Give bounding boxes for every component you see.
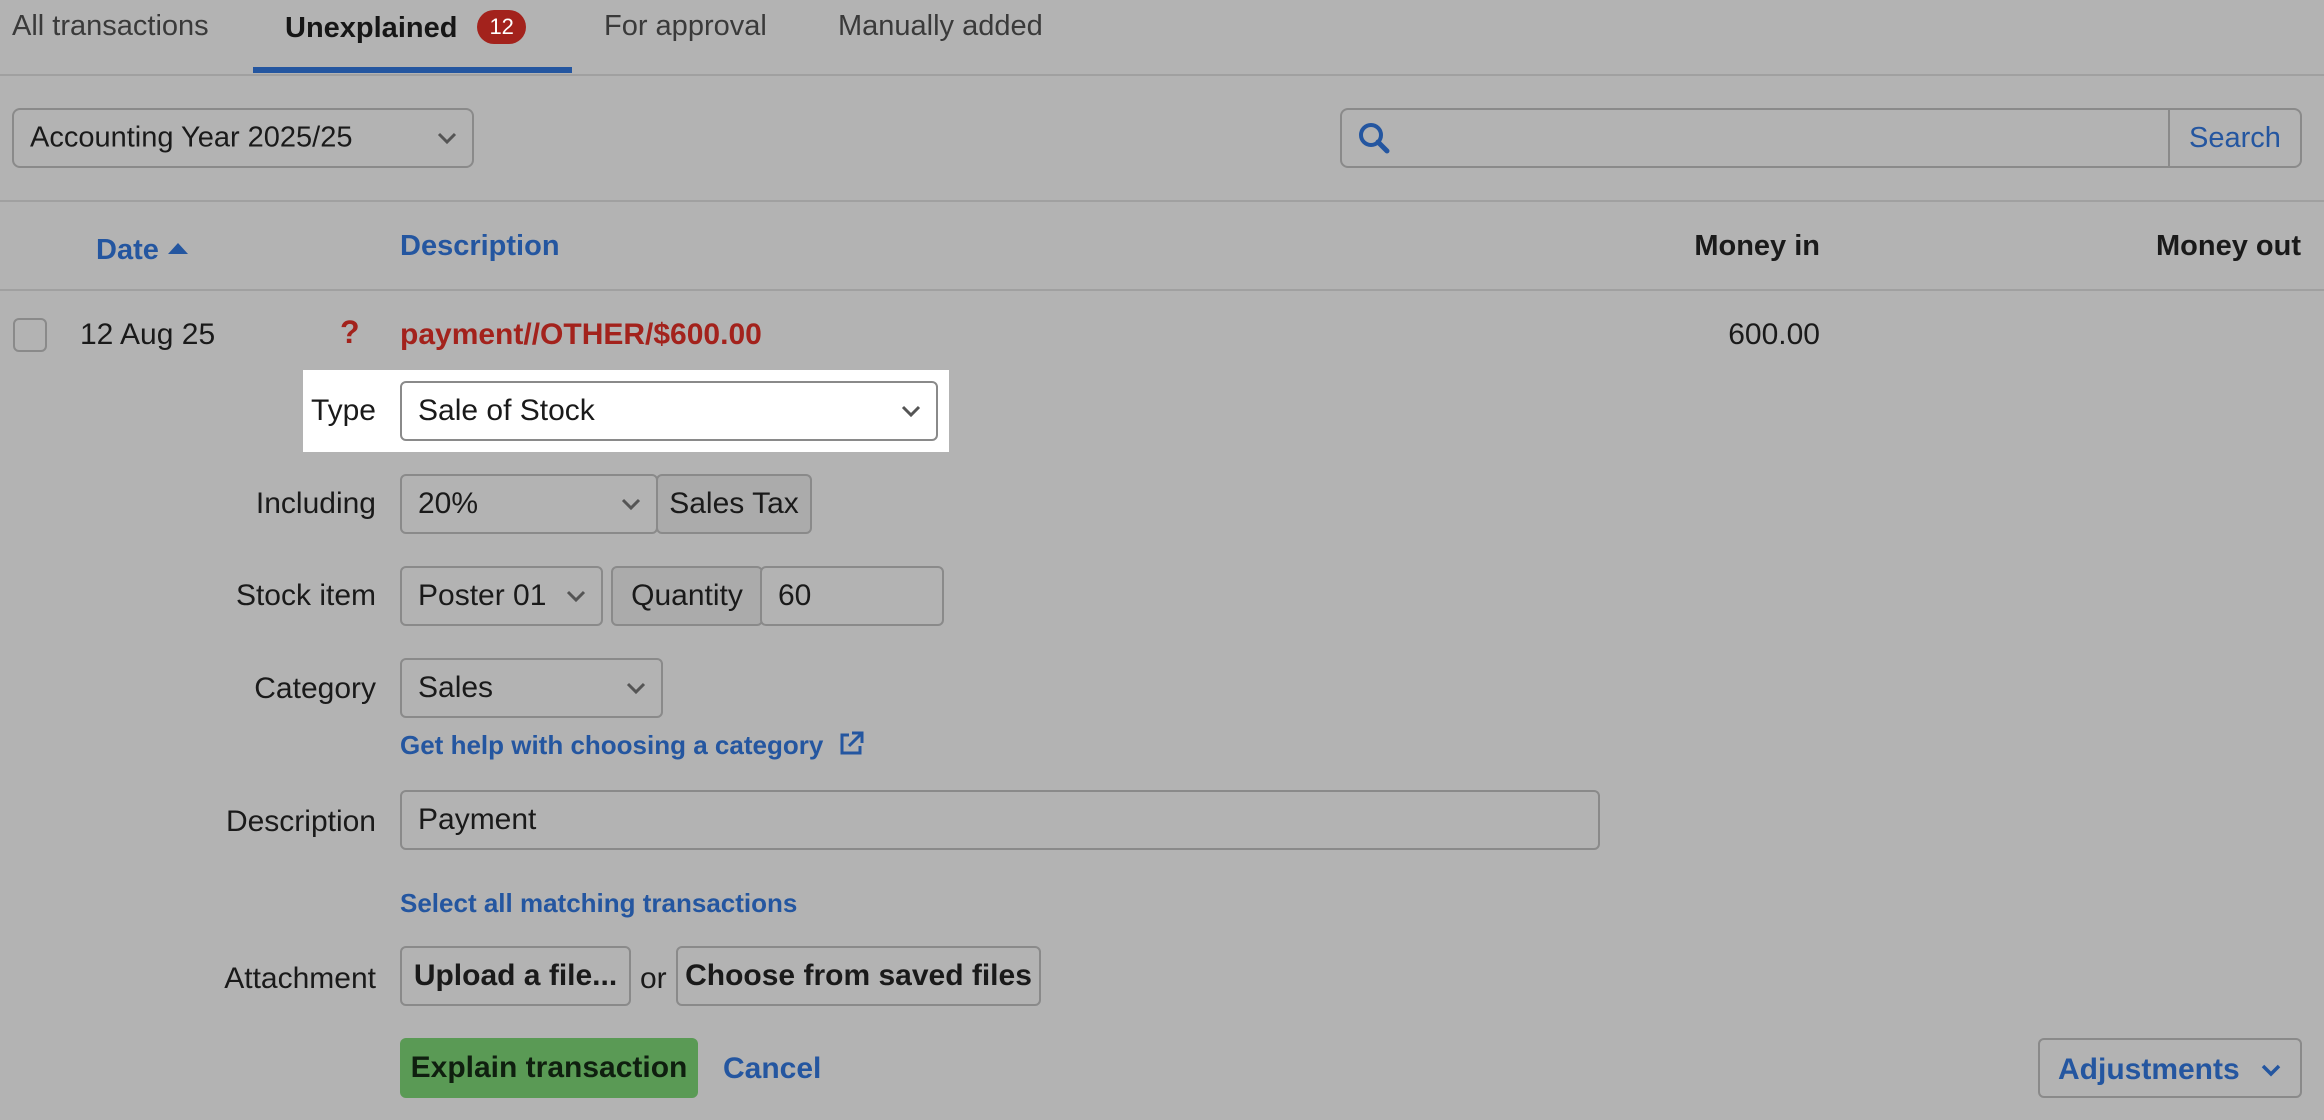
including-label: Including: [255, 487, 376, 520]
tab-label: All transactions: [12, 10, 209, 42]
active-tab-indicator: [253, 67, 572, 73]
tabs-divider: [0, 74, 2324, 76]
category-label: Category: [254, 672, 376, 705]
description-input[interactable]: Payment: [400, 790, 1600, 850]
chevron-down-icon: [625, 681, 647, 695]
stock-item-select[interactable]: Poster 01: [400, 566, 603, 626]
accounting-year-select[interactable]: Accounting Year 2025/25: [12, 108, 474, 168]
search-box: Search: [1340, 108, 2302, 168]
row-date: 12 Aug 25: [80, 318, 216, 351]
count-badge: 12: [477, 10, 526, 44]
category-help-label: Get help with choosing a category: [400, 730, 824, 760]
money-in-column-header: Money in: [1694, 230, 1820, 262]
stock-item-label: Stock item: [235, 579, 376, 612]
upload-file-button[interactable]: Upload a file...: [400, 946, 631, 1006]
search-button[interactable]: Search: [2168, 110, 2300, 166]
chevron-down-icon: [620, 497, 642, 511]
row-description[interactable]: payment//OTHER/$600.00: [400, 318, 762, 352]
type-value: Sale of Stock: [418, 394, 595, 427]
external-link-icon: [837, 730, 865, 765]
money-out-column-header: Money out: [2156, 230, 2301, 262]
adjustments-dropdown[interactable]: Adjustments: [2038, 1038, 2302, 1098]
choose-saved-files-button[interactable]: Choose from saved files: [676, 946, 1041, 1006]
quantity-input[interactable]: 60: [760, 566, 944, 626]
sort-ascending-icon: [167, 230, 189, 263]
chevron-down-icon: [436, 131, 458, 145]
chevron-down-icon: [565, 589, 587, 603]
sales-tax-addon: Sales Tax: [656, 474, 812, 534]
search-icon: [1358, 122, 1390, 159]
attachment-label: Attachment: [224, 962, 376, 995]
vat-rate-select[interactable]: 20%: [400, 474, 658, 534]
stock-item-value: Poster 01: [418, 579, 547, 612]
date-header-label: Date: [96, 234, 159, 266]
vat-rate-value: 20%: [418, 487, 479, 520]
row-money-in: 600.00: [1728, 318, 1820, 351]
quantity-addon: Quantity: [611, 566, 763, 626]
category-value: Sales: [418, 671, 494, 704]
chevron-down-icon: [900, 404, 922, 418]
tab-all-transactions[interactable]: All transactions: [12, 10, 209, 43]
select-matching-link[interactable]: Select all matching transactions: [400, 888, 797, 919]
unexplained-status-icon: ?: [340, 314, 360, 350]
header-divider: [0, 289, 2324, 291]
type-label: Type: [310, 394, 376, 427]
adjustments-label: Adjustments: [2058, 1053, 2240, 1086]
or-text: or: [640, 962, 667, 995]
cancel-link[interactable]: Cancel: [723, 1052, 821, 1086]
filter-divider: [0, 200, 2324, 202]
search-input[interactable]: [1402, 116, 2166, 160]
tab-unexplained[interactable]: Unexplained 12: [285, 10, 526, 45]
tab-for-approval[interactable]: For approval: [604, 10, 767, 43]
category-select[interactable]: Sales: [400, 658, 663, 718]
chevron-down-icon: [2260, 1040, 2282, 1096]
description-label: Description: [225, 805, 376, 838]
explain-transaction-button[interactable]: Explain transaction: [400, 1038, 698, 1098]
tab-label: Manually added: [838, 10, 1043, 42]
row-checkbox[interactable]: [13, 318, 47, 352]
accounting-year-value: Accounting Year 2025/25: [30, 121, 353, 154]
description-value: Payment: [418, 803, 537, 836]
tab-label: For approval: [604, 10, 767, 42]
quantity-value: 60: [778, 579, 812, 612]
tab-manually-added[interactable]: Manually added: [838, 10, 1043, 43]
date-column-header[interactable]: Date: [96, 230, 189, 267]
category-help-link[interactable]: Get help with choosing a category: [400, 730, 865, 765]
type-select[interactable]: Sale of Stock: [400, 381, 938, 441]
description-column-header[interactable]: Description: [400, 230, 560, 263]
tab-label: Unexplained: [285, 12, 458, 44]
